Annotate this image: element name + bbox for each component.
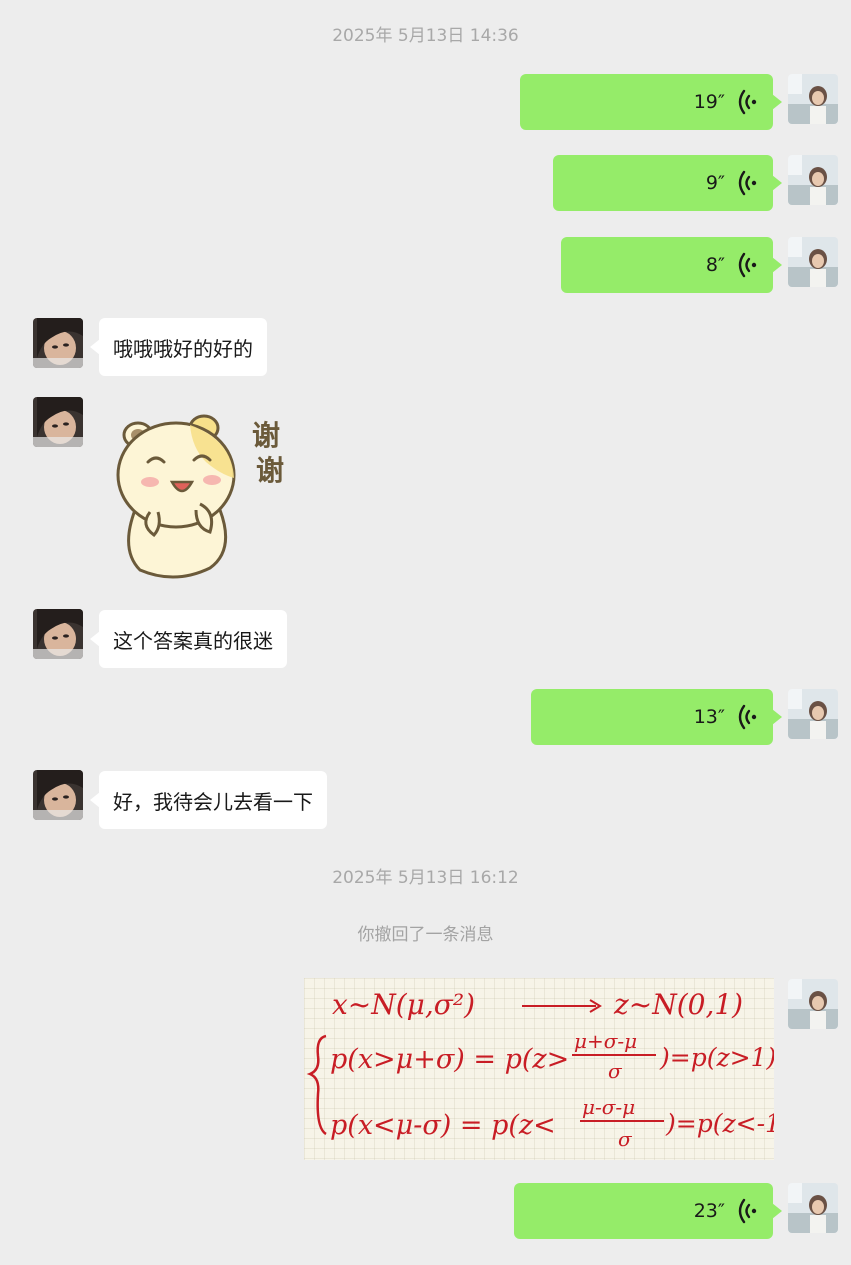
contact-avatar[interactable] <box>33 397 83 447</box>
text-message[interactable]: 哦哦哦好的好的 <box>90 318 267 376</box>
math-line-2-numerator: μ+σ-μ <box>574 1029 637 1053</box>
voice-wave-icon <box>738 252 757 278</box>
my-avatar[interactable] <box>788 979 838 1029</box>
my-avatar[interactable] <box>788 689 838 739</box>
math-line-3: p(x<μ-σ) = p(z< <box>330 1110 556 1141</box>
voice-duration: 23″ <box>693 1200 725 1222</box>
math-line-3-numerator: μ-σ-μ <box>582 1095 635 1119</box>
voice-message[interactable]: 8″ <box>561 237 782 293</box>
message-text: 这个答案真的很迷 <box>113 628 273 653</box>
my-avatar[interactable] <box>788 155 838 205</box>
sticker-text: 谢 <box>252 419 280 452</box>
hamster-sticker-icon: 谢 谢 <box>116 414 284 579</box>
contact-avatar[interactable] <box>33 609 83 659</box>
contact-avatar[interactable] <box>33 770 83 820</box>
math-line-1-right: z~N(0,1) <box>613 988 743 1021</box>
voice-wave-icon <box>738 170 757 196</box>
timestamp: 2025年 5月13日 16:12 <box>332 868 519 888</box>
voice-wave-icon <box>738 89 757 115</box>
text-message[interactable]: 这个答案真的很迷 <box>90 610 287 668</box>
my-avatar[interactable] <box>788 1183 838 1233</box>
voice-message[interactable]: 23″ <box>514 1183 782 1239</box>
handwritten-math: x~N(μ,σ²) z~N(0,1) p(x>μ+σ) = p(z> μ+σ-μ… <box>306 988 774 1151</box>
message-text: 哦哦哦好的好的 <box>113 336 253 361</box>
voice-duration: 19″ <box>693 91 725 113</box>
voice-message[interactable]: 9″ <box>553 155 782 211</box>
voice-wave-icon <box>738 704 757 730</box>
voice-duration: 13″ <box>693 706 725 728</box>
timestamp: 2025年 5月13日 14:36 <box>332 26 519 46</box>
contact-avatar[interactable] <box>33 318 83 368</box>
voice-message[interactable]: 13″ <box>531 689 782 745</box>
math-line-3-denominator: σ <box>618 1127 633 1151</box>
math-photo-message[interactable]: x~N(μ,σ²) z~N(0,1) p(x>μ+σ) = p(z> μ+σ-μ… <box>304 978 774 1160</box>
my-avatar[interactable] <box>788 74 838 124</box>
math-line-1-left: x~N(μ,σ²) <box>332 988 475 1021</box>
hamster-sticker[interactable]: 谢 谢 <box>110 400 290 585</box>
math-line-2: p(x>μ+σ) = p(z> <box>330 1044 569 1075</box>
voice-duration: 9″ <box>705 172 725 194</box>
message-text: 好，我待会儿去看一下 <box>113 789 313 814</box>
voice-message[interactable]: 19″ <box>520 74 782 130</box>
text-message[interactable]: 好，我待会儿去看一下 <box>90 771 327 829</box>
math-line-2-tail: )=p(z>1) <box>659 1043 774 1072</box>
math-line-2-denominator: σ <box>608 1059 623 1083</box>
math-line-3-tail: )=p(z<-1) <box>665 1109 774 1138</box>
voice-wave-icon <box>738 1198 757 1224</box>
svg-text:谢: 谢 <box>256 454 284 487</box>
voice-duration: 8″ <box>705 254 725 276</box>
my-avatar[interactable] <box>788 237 838 287</box>
recall-notice: 你撤回了一条消息 <box>357 925 494 945</box>
